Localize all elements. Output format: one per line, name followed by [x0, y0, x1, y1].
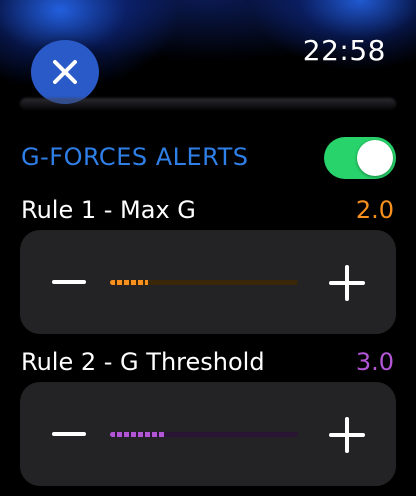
rule-1-value: 2.0 [355, 196, 394, 224]
rule-1-stepper [20, 230, 396, 334]
rule-1-level-track [110, 280, 298, 285]
section-title: G-FORCES ALERTS [21, 143, 249, 171]
rule-1-label: Rule 1 - Max G [21, 196, 196, 224]
rule-2-decrement-button[interactable] [52, 432, 86, 436]
rule-2-value: 3.0 [355, 348, 394, 376]
close-button[interactable] [31, 40, 99, 104]
header-divider [20, 98, 396, 110]
toggle-knob [357, 140, 393, 176]
rule-2-level-fill [110, 432, 167, 437]
rule-2-increment-button[interactable] [329, 417, 365, 453]
rule-1-level-fill [110, 280, 148, 285]
rule-2-label: Rule 2 - G Threshold [21, 348, 265, 376]
rule-1-increment-button[interactable] [329, 265, 365, 301]
rule-2-level-track [110, 432, 298, 437]
alerts-toggle[interactable] [324, 137, 396, 179]
rule-2-stepper [20, 382, 396, 486]
alert-settings-screen: 22:58 G-FORCES ALERTS Rule 1 - Max G 2.0… [0, 0, 416, 496]
rule-1-decrement-button[interactable] [52, 280, 86, 284]
close-icon [53, 60, 77, 84]
status-time: 22:58 [302, 34, 386, 67]
